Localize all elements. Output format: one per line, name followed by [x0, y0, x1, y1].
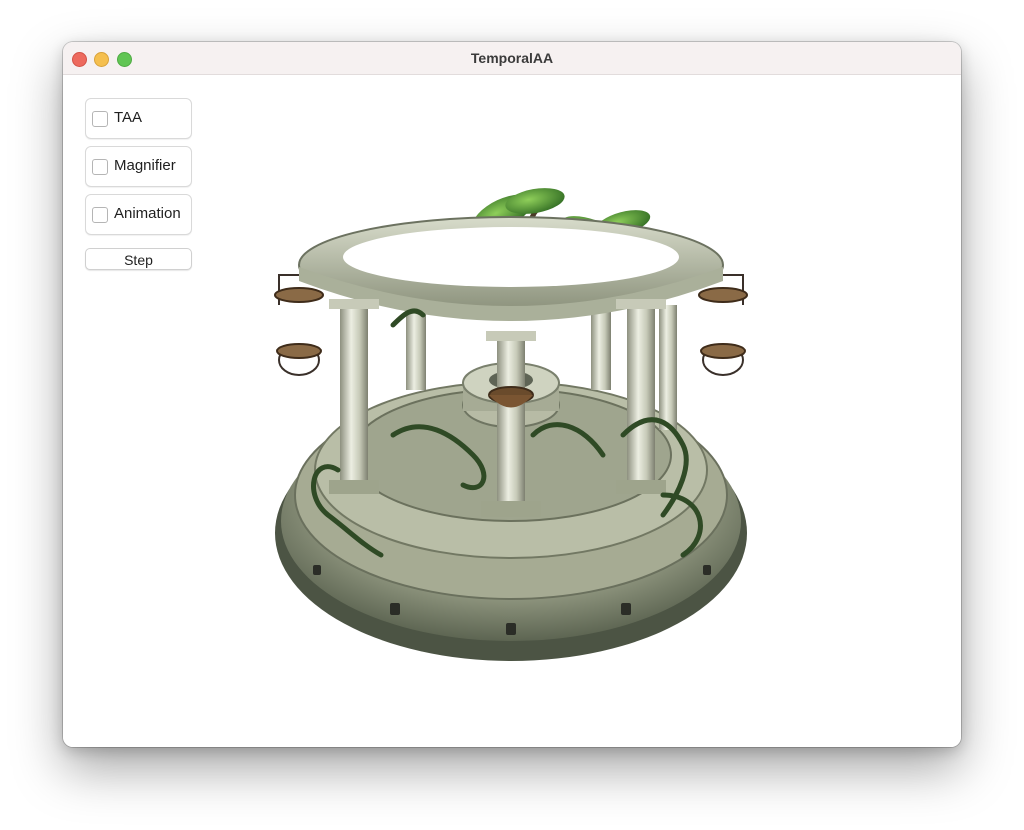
render-viewport[interactable]: [63, 75, 961, 747]
gazebo-model: [274, 188, 748, 661]
app-window: TemporalAA TAA Magnifier Animation Step: [63, 42, 961, 747]
window-title: TemporalAA: [470, 50, 554, 66]
content-area: TAA Magnifier Animation Step: [63, 75, 961, 747]
title-bar: TemporalAA: [63, 42, 961, 75]
